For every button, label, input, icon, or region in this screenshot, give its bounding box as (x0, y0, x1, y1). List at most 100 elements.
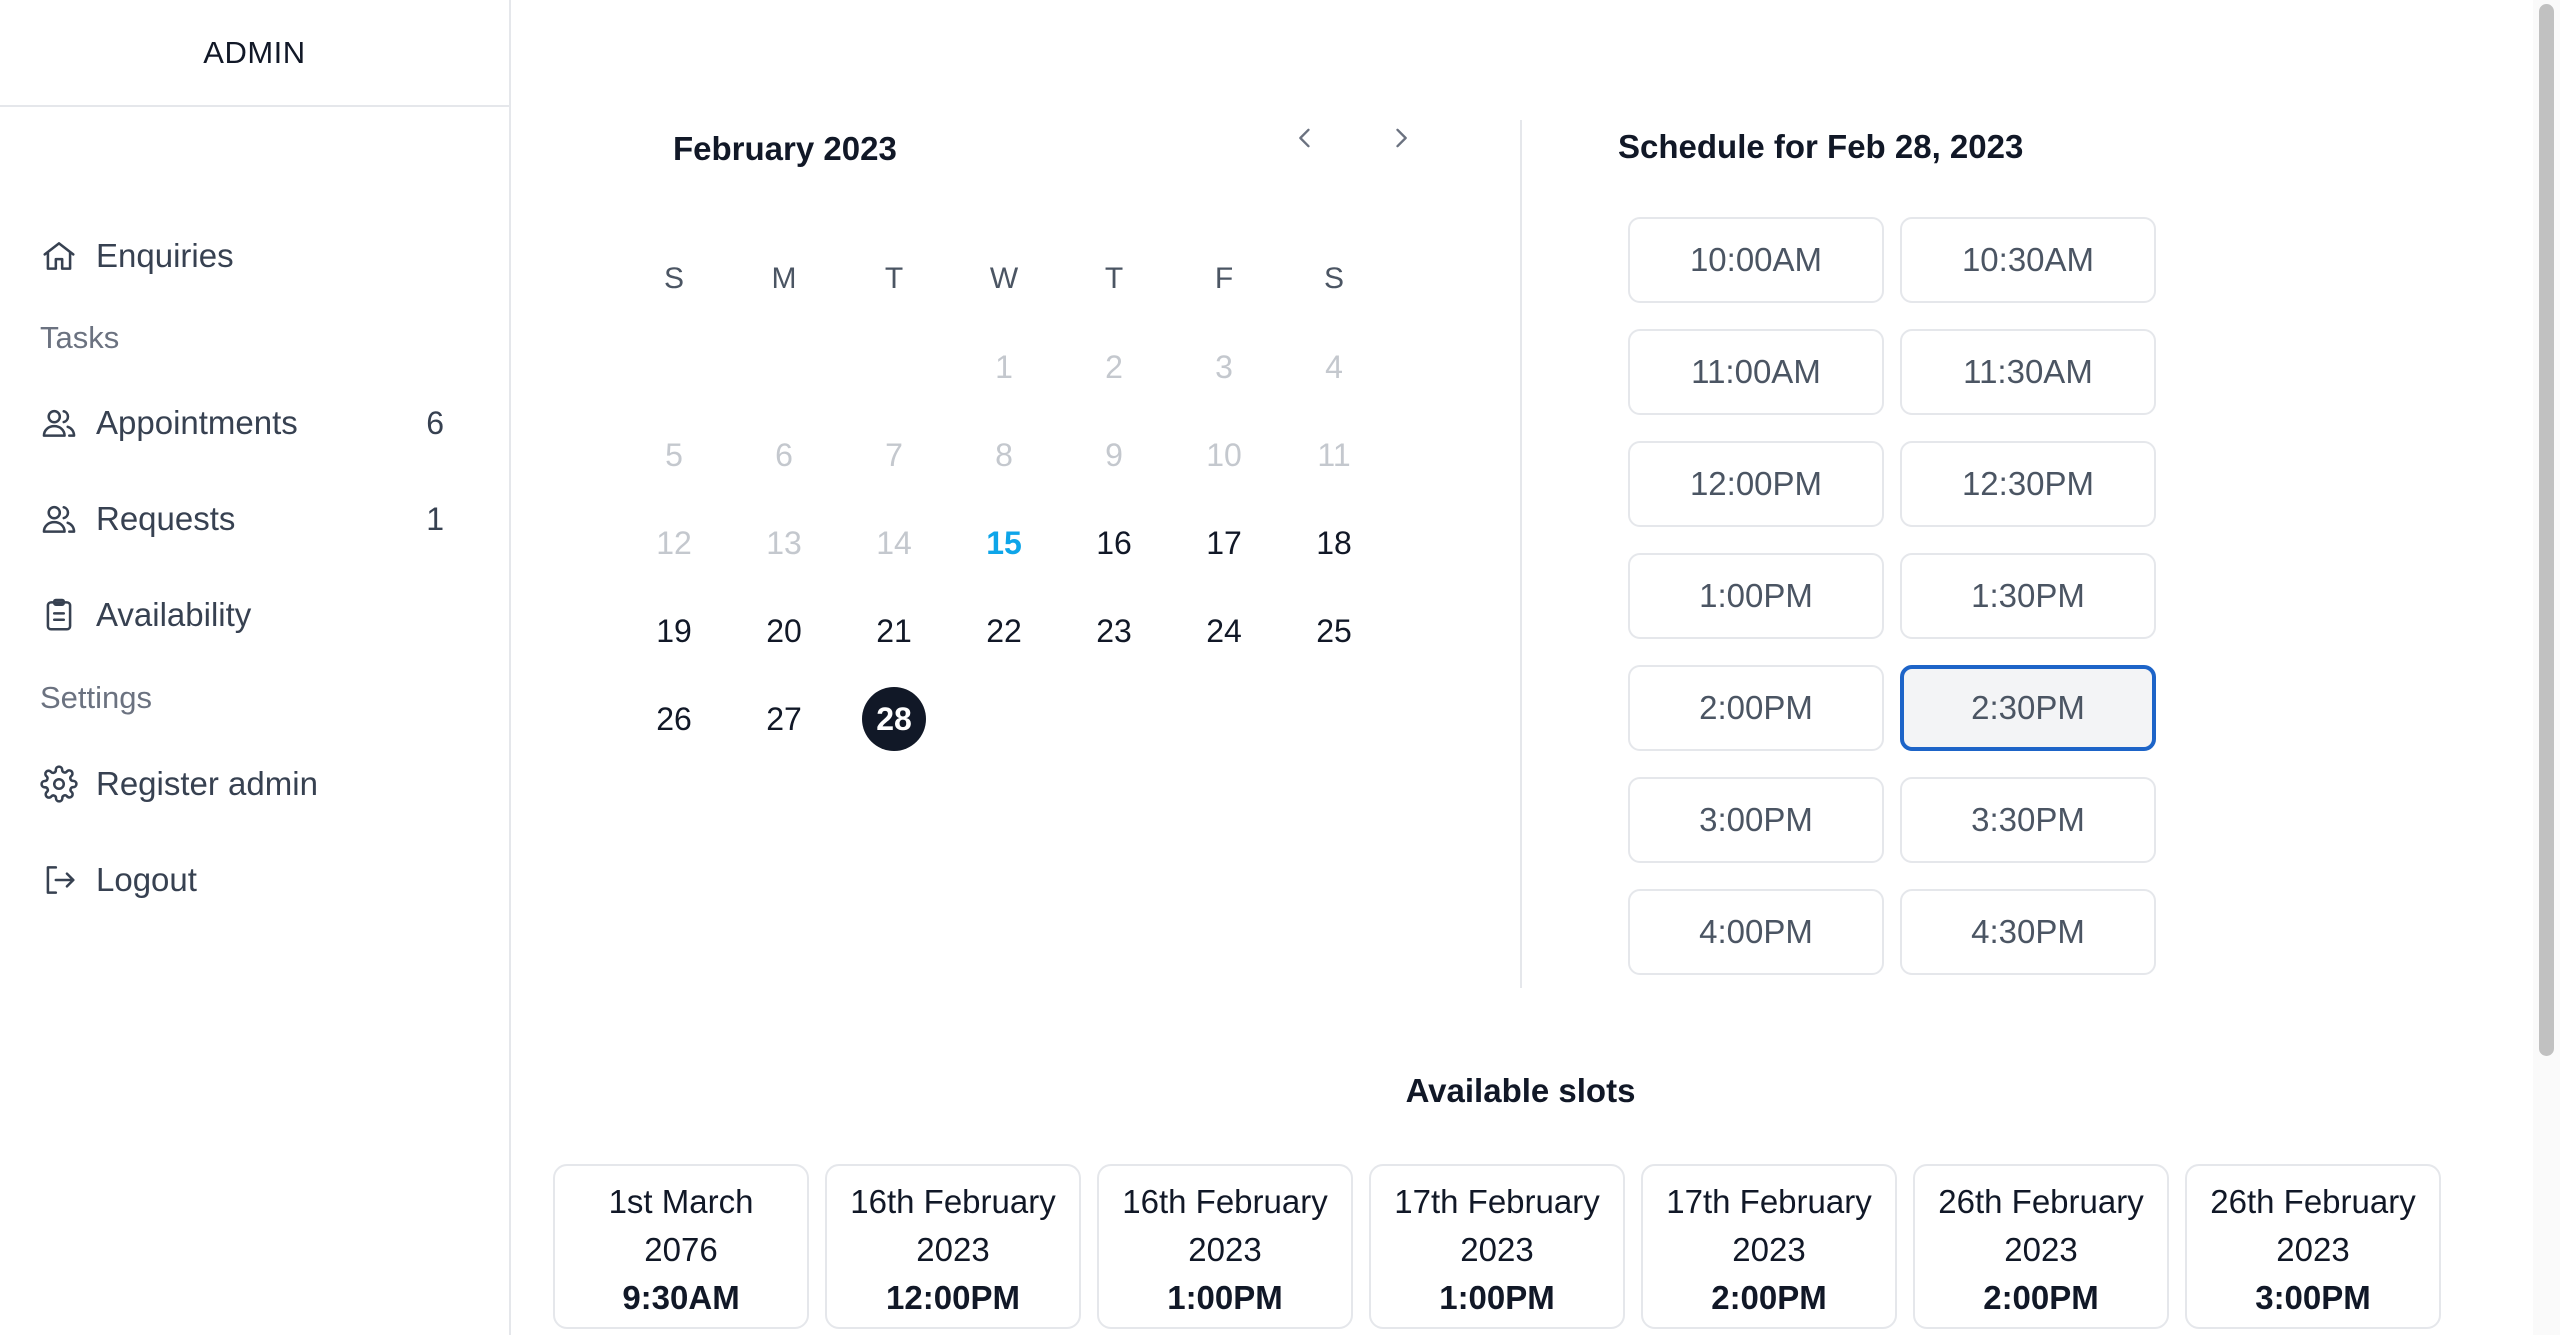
calendar-day[interactable]: 17 (1192, 511, 1256, 575)
slot-year-label: 2023 (2276, 1231, 2350, 1268)
slot-year-label: 2076 (644, 1231, 718, 1268)
users-icon (40, 404, 78, 442)
available-slot-card[interactable]: 26th February 2023 2:00PM (1913, 1164, 2169, 1329)
available-slot-card[interactable]: 17th February 2023 1:00PM (1369, 1164, 1625, 1329)
calendar-day-selected[interactable]: 28 (862, 687, 926, 751)
time-slot-button[interactable]: 4:00PM (1628, 889, 1884, 975)
appointments-count-badge: 6 (426, 404, 444, 441)
vertical-scrollbar[interactable] (2533, 0, 2560, 1335)
chevron-left-icon (1299, 128, 1310, 148)
available-slot-card[interactable]: 1st March 2076 9:30AM (553, 1164, 809, 1329)
calendar-day[interactable]: 27 (752, 687, 816, 751)
calendar-day-today[interactable]: 15 (972, 511, 1036, 575)
chevron-right-icon (1396, 128, 1407, 148)
time-slot-button-selected[interactable]: 2:30PM (1900, 665, 2156, 751)
calendar-day[interactable]: 25 (1302, 599, 1366, 663)
slot-date-label: 1st March (608, 1183, 754, 1220)
home-icon (40, 237, 78, 275)
slot-year-label: 2023 (916, 1231, 990, 1268)
sidebar-item-logout[interactable]: Logout (40, 850, 460, 910)
sidebar-item-label: Availability (96, 596, 252, 633)
sidebar-item-label: Requests (96, 500, 236, 537)
slot-date-label: 16th February (1122, 1183, 1328, 1220)
calendar-day[interactable]: 16 (1082, 511, 1146, 575)
sidebar: ADMIN Enquiries Tasks Appointments 6 Req… (0, 0, 511, 1335)
time-slot-button[interactable]: 11:30AM (1900, 329, 2156, 415)
calendar-day[interactable]: 21 (862, 599, 926, 663)
calendar-day: 11 (1317, 436, 1351, 473)
sidebar-item-requests[interactable]: Requests 1 (40, 489, 460, 549)
slot-time-label: 9:30AM (622, 1279, 740, 1316)
slot-date-label: 17th February (1394, 1183, 1600, 1220)
scrollbar-thumb[interactable] (2539, 4, 2554, 1056)
calendar-day: 14 (876, 524, 912, 561)
sidebar-item-label: Logout (96, 861, 197, 898)
slot-time-label: 12:00PM (886, 1279, 1020, 1316)
time-slot-button[interactable]: 10:30AM (1900, 217, 2156, 303)
calendar-day[interactable]: 19 (642, 599, 706, 663)
users-icon (40, 500, 78, 538)
calendar-month-title: February 2023 (673, 130, 897, 167)
calendar-day: 13 (766, 524, 802, 561)
sidebar-item-enquiries[interactable]: Enquiries (40, 226, 460, 286)
sidebar-item-label: Enquiries (96, 237, 234, 274)
calendar-day: 9 (1105, 436, 1123, 473)
weekday-label: F (1214, 262, 1234, 295)
time-slot-button[interactable]: 11:00AM (1628, 329, 1884, 415)
time-slot-button[interactable]: 12:00PM (1628, 441, 1884, 527)
time-slot-button[interactable]: 12:30PM (1900, 441, 2156, 527)
calendar-day[interactable]: 20 (752, 599, 816, 663)
time-slot-button[interactable]: 2:00PM (1628, 665, 1884, 751)
calendar-day[interactable]: 22 (972, 599, 1036, 663)
calendar-day: 8 (995, 436, 1013, 473)
calendar-day: 12 (656, 524, 692, 561)
time-slot-button[interactable]: 3:00PM (1628, 777, 1884, 863)
section-label-tasks: Tasks (40, 320, 120, 355)
requests-count-badge: 1 (426, 500, 444, 537)
slot-date-label: 26th February (1938, 1183, 2144, 1220)
available-slot-card[interactable]: 16th February 2023 1:00PM (1097, 1164, 1353, 1329)
sidebar-item-availability[interactable]: Availability (40, 585, 460, 645)
available-slots-title: Available slots (1405, 1072, 1636, 1109)
time-slot-button[interactable]: 1:30PM (1900, 553, 2156, 639)
calendar-day: 2 (1105, 348, 1123, 385)
available-slot-card[interactable]: 17th February 2023 2:00PM (1641, 1164, 1897, 1329)
slot-time-label: 2:00PM (1983, 1279, 2099, 1316)
weekday-label: T (1104, 262, 1124, 295)
slot-date-label: 26th February (2210, 1183, 2416, 1220)
slot-time-label: 1:00PM (1439, 1279, 1555, 1316)
next-month-button[interactable] (1381, 118, 1421, 158)
calendar-day[interactable]: 23 (1082, 599, 1146, 663)
calendar-day: 3 (1215, 348, 1233, 385)
time-slot-button[interactable]: 1:00PM (1628, 553, 1884, 639)
panel-divider (1520, 120, 1522, 988)
gear-icon (40, 765, 78, 803)
slot-time-label: 1:00PM (1167, 1279, 1283, 1316)
available-slot-card[interactable]: 26th February 2023 3:00PM (2185, 1164, 2441, 1329)
calendar-day[interactable]: 24 (1192, 599, 1256, 663)
slot-year-label: 2023 (2004, 1231, 2078, 1268)
calendar-day: 1 (995, 348, 1013, 385)
slot-date-label: 17th February (1666, 1183, 1872, 1220)
time-slot-button[interactable]: 10:00AM (1628, 217, 1884, 303)
calendar-day: 4 (1325, 348, 1343, 385)
slot-year-label: 2023 (1732, 1231, 1806, 1268)
prev-month-button[interactable] (1285, 118, 1325, 158)
slot-time-label: 3:00PM (2255, 1279, 2371, 1316)
sidebar-item-appointments[interactable]: Appointments 6 (40, 393, 460, 453)
schedule-title: Schedule for Feb 28, 2023 (1618, 128, 2024, 165)
calendar-day[interactable]: 18 (1302, 511, 1366, 575)
weekday-label: S (663, 262, 684, 295)
logout-icon (40, 861, 78, 899)
main-content: February 2023 SMTWTFS 1 2 3 4 5 6 7 8 9 10 11 12 13 1… (513, 0, 2533, 1335)
available-slot-card[interactable]: 16th February 2023 12:00PM (825, 1164, 1081, 1329)
time-slot-button[interactable]: 3:30PM (1900, 777, 2156, 863)
weekday-label: M (771, 262, 797, 295)
slot-year-label: 2023 (1188, 1231, 1262, 1268)
sidebar-item-register-admin[interactable]: Register admin (40, 754, 460, 814)
time-slot-button[interactable]: 4:30PM (1900, 889, 2156, 975)
slot-time-label: 2:00PM (1711, 1279, 1827, 1316)
weekday-label: T (884, 262, 904, 295)
calendar-day[interactable]: 26 (642, 687, 706, 751)
calendar-day: 10 (1206, 436, 1242, 473)
